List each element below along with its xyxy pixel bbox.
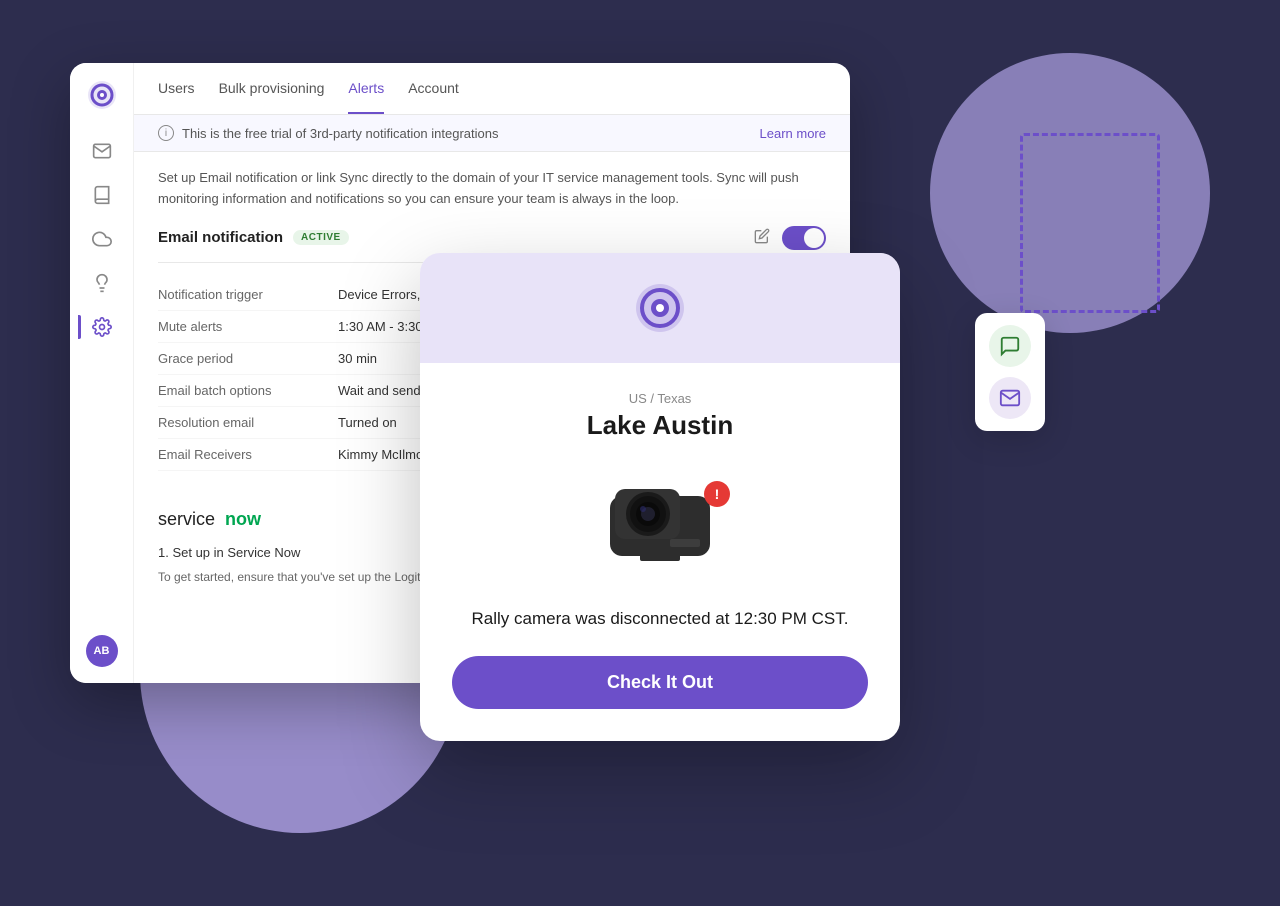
- sidebar-item-inbox[interactable]: [90, 139, 114, 163]
- info-icon: i: [158, 125, 174, 141]
- mail-icon-button[interactable]: [989, 377, 1031, 419]
- sidebar-item-book[interactable]: [90, 183, 114, 207]
- row-label: Grace period: [158, 351, 338, 366]
- email-section-title: Email notification: [158, 229, 283, 246]
- row-label: Email Receivers: [158, 447, 338, 462]
- tab-account[interactable]: Account: [408, 64, 459, 114]
- row-label: Mute alerts: [158, 319, 338, 334]
- active-badge: ACTIVE: [293, 230, 349, 245]
- chat-icon-button[interactable]: [989, 325, 1031, 367]
- notification-card: US / Texas Lake Austin: [420, 253, 900, 741]
- section-actions: [754, 226, 826, 250]
- sync-logo-large: [632, 280, 688, 336]
- row-value: Turned on: [338, 415, 397, 430]
- card-header: [420, 253, 900, 363]
- notification-message: Rally camera was disconnected at 12:30 P…: [452, 606, 868, 632]
- banner-text: This is the free trial of 3rd-party noti…: [182, 126, 498, 141]
- row-label: Email batch options: [158, 383, 338, 398]
- tab-alerts[interactable]: Alerts: [348, 64, 384, 114]
- email-toggle[interactable]: [782, 226, 826, 250]
- location-text: US / Texas: [452, 391, 868, 406]
- row-label: Notification trigger: [158, 287, 338, 302]
- card-body: US / Texas Lake Austin: [420, 363, 900, 741]
- check-it-out-button[interactable]: Check It Out: [452, 656, 868, 709]
- edit-icon[interactable]: [754, 228, 770, 247]
- row-label: Resolution email: [158, 415, 338, 430]
- svg-text:now: now: [225, 509, 262, 529]
- top-nav: Users Bulk provisioning Alerts Account: [134, 63, 850, 115]
- device-image-container: !: [452, 461, 868, 586]
- room-name: Lake Austin: [452, 410, 868, 441]
- info-banner: i This is the free trial of 3rd-party no…: [134, 115, 850, 152]
- user-avatar[interactable]: AB: [86, 635, 118, 667]
- app-logo[interactable]: [86, 79, 118, 111]
- dashed-border-decoration: [1020, 133, 1160, 313]
- tab-bulk-provisioning[interactable]: Bulk provisioning: [219, 64, 325, 114]
- learn-more-link[interactable]: Learn more: [760, 126, 826, 141]
- camera-image: [580, 461, 740, 581]
- mini-icons-panel: [975, 313, 1045, 431]
- sidebar-item-lightbulb[interactable]: [90, 271, 114, 295]
- svg-text:service: service: [158, 509, 215, 529]
- sidebar: AB: [70, 63, 134, 683]
- row-value: 30 min: [338, 351, 377, 366]
- sidebar-item-settings[interactable]: [90, 315, 114, 339]
- error-badge: !: [704, 481, 730, 507]
- tab-users[interactable]: Users: [158, 64, 195, 114]
- sidebar-item-cloud[interactable]: [90, 227, 114, 251]
- description-text: Set up Email notification or link Sync d…: [134, 152, 850, 226]
